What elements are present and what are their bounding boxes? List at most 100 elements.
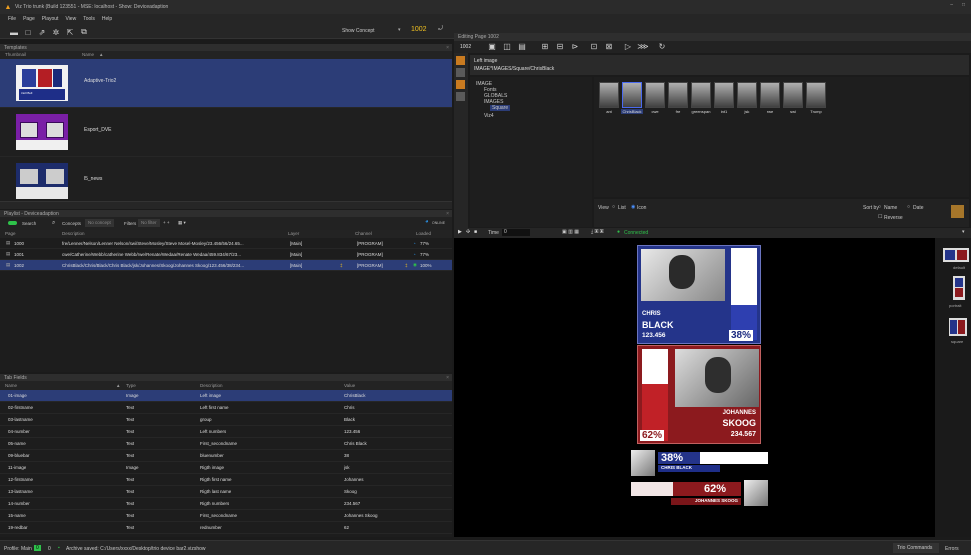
page-number-field[interactable]: 1002 bbox=[411, 26, 427, 33]
face-thumbnail[interactable] bbox=[783, 82, 803, 108]
preview-b-icon[interactable]: ⊟ bbox=[554, 42, 566, 51]
refresh-icon[interactable]: ↻ bbox=[656, 42, 668, 51]
grid-icon[interactable]: ▦ ▾ bbox=[178, 220, 186, 226]
toggle-switch[interactable] bbox=[8, 221, 17, 225]
preview-a-icon[interactable]: ⊞ bbox=[539, 42, 551, 51]
menu-view[interactable]: View bbox=[65, 16, 76, 22]
layout-split-icon[interactable]: ◫ bbox=[501, 42, 513, 51]
search-icon[interactable]: ⌕ bbox=[52, 220, 55, 227]
filters-dropdown[interactable]: No filter bbox=[138, 219, 160, 227]
face-thumbnail[interactable] bbox=[691, 82, 711, 108]
image-tab-icon[interactable] bbox=[456, 80, 465, 89]
table-row[interactable]: 02-firstname Text Left first name Chris bbox=[0, 402, 452, 414]
tree-item[interactable]: Viz4 bbox=[484, 113, 494, 119]
preview-c-icon[interactable]: ⊳ bbox=[569, 42, 581, 51]
col-description[interactable]: Description bbox=[62, 231, 85, 236]
continue-icon[interactable]: ⋙ bbox=[637, 42, 649, 51]
search-input[interactable]: Search bbox=[22, 221, 36, 226]
radio-date[interactable]: ○ bbox=[907, 204, 910, 210]
face-thumbnail[interactable] bbox=[645, 82, 665, 108]
table-row[interactable]: 03-lastname Text group Black bbox=[0, 414, 452, 426]
face-thumbnail[interactable] bbox=[760, 82, 780, 108]
time-input[interactable]: 0 bbox=[502, 229, 530, 236]
radio-list[interactable]: ○ bbox=[612, 204, 615, 210]
radio-icon-selected[interactable]: ◉ bbox=[631, 204, 635, 210]
template-row[interactable]: trioll Bull Adaptive-Trio2 bbox=[0, 59, 452, 108]
table-row[interactable]: 11-image Image Rigth image jsk bbox=[0, 462, 452, 474]
menu-playout[interactable]: Playout bbox=[42, 16, 59, 22]
image-preview-icon[interactable] bbox=[951, 205, 964, 218]
face-thumbnail[interactable] bbox=[622, 82, 642, 108]
open-folder-icon[interactable]: ▬ bbox=[8, 28, 20, 37]
concept-dropdown-icon[interactable]: ▾ bbox=[398, 27, 401, 33]
export-icon[interactable]: ⇱ bbox=[64, 28, 76, 37]
errors-button[interactable]: Errors bbox=[945, 546, 959, 552]
face-thumbnail[interactable] bbox=[806, 82, 826, 108]
col-layer[interactable]: Layer bbox=[288, 231, 299, 236]
table-row[interactable]: 09-bluebar Text bluenumber 38 bbox=[0, 450, 452, 462]
col-thumbnail[interactable]: Thumbnail bbox=[5, 52, 26, 57]
face-thumbnail[interactable] bbox=[668, 82, 688, 108]
preview-square-thumb[interactable] bbox=[949, 318, 967, 336]
concepts-dropdown[interactable]: No concept bbox=[85, 219, 114, 227]
preview-default-thumb[interactable] bbox=[943, 248, 969, 262]
col-page[interactable]: Page bbox=[5, 231, 16, 236]
tree-item-selected[interactable]: Square bbox=[490, 105, 511, 111]
snapshot-icon[interactable]: ⤓ ▣ ▣ bbox=[591, 229, 604, 235]
save-as-icon[interactable]: ⊠ bbox=[603, 42, 615, 51]
import-icon[interactable]: ⇗ bbox=[36, 28, 48, 37]
trio-commands-button[interactable]: Trio Commands bbox=[893, 543, 939, 553]
maximize-icon[interactable]: □ bbox=[962, 2, 965, 8]
table-row[interactable]: 19-redbar Text rednumber 62 bbox=[0, 522, 452, 534]
menu-help[interactable]: Help bbox=[102, 16, 112, 22]
template-row[interactable]: Esport_DVE bbox=[0, 108, 452, 157]
table-row[interactable]: 12-firstname Text Rigth first name Johannes bbox=[0, 474, 452, 486]
template-row[interactable]: l5_news bbox=[0, 157, 452, 206]
face-thumbnail[interactable] bbox=[714, 82, 734, 108]
layout-single-icon[interactable]: ▣ bbox=[486, 42, 498, 51]
preview-portrait-thumb[interactable] bbox=[953, 276, 965, 300]
close-icon[interactable]: × bbox=[446, 211, 449, 217]
menu-file[interactable]: File bbox=[8, 16, 16, 22]
stop-icon[interactable]: ■ bbox=[474, 229, 477, 235]
radio-name[interactable]: ○ bbox=[878, 204, 881, 210]
table-row[interactable]: 04-number Text Left numbers 123.456 bbox=[0, 426, 452, 438]
col-value[interactable]: Value bbox=[344, 383, 355, 388]
text-tab-icon[interactable] bbox=[456, 68, 465, 77]
play-icon[interactable]: ▶ bbox=[458, 229, 462, 235]
new-page-icon[interactable]: □ bbox=[22, 28, 34, 37]
table-row[interactable]: ▤ 1000 fre/Lenner/Nelson/Lenner Nelson/s… bbox=[0, 238, 452, 249]
table-row[interactable]: 01-image Image Left image ChrisBlack bbox=[0, 390, 452, 402]
close-icon[interactable]: × bbox=[446, 375, 449, 381]
table-row[interactable]: ▤ 1001 cwe/Catherine/Webb/catherine Webb… bbox=[0, 249, 452, 260]
table-row[interactable]: 15-name Text First_secondname Johannes Skoo… bbox=[0, 510, 452, 522]
face-thumbnail[interactable] bbox=[599, 82, 619, 108]
reverse-checkbox[interactable]: ☐ bbox=[878, 214, 882, 220]
copy-page-icon[interactable]: ⧉ bbox=[78, 27, 90, 37]
add-filter-icon[interactable]: + + bbox=[163, 220, 170, 225]
table-row[interactable]: 14-number Text Rigth numbers 234.567 bbox=[0, 498, 452, 510]
col-name[interactable]: Name bbox=[82, 52, 94, 57]
layout-grid-icon[interactable]: ▤ bbox=[516, 42, 528, 51]
step-icon[interactable]: ✣ bbox=[466, 229, 470, 235]
templates-scrollbar[interactable] bbox=[0, 201, 452, 209]
menu-tools[interactable]: Tools bbox=[83, 16, 95, 22]
col-channel[interactable]: Channel bbox=[355, 231, 372, 236]
settings-icon[interactable]: ✲ bbox=[50, 28, 62, 37]
table-row[interactable]: ▤ 1002 ChrisBlack/Chris/Black/Chris Blac… bbox=[0, 260, 452, 271]
face-thumbnail[interactable] bbox=[737, 82, 757, 108]
col-type[interactable]: Type bbox=[126, 383, 136, 388]
table-row[interactable]: 05-name Text First_secondname Chris Black bbox=[0, 438, 452, 450]
table-row[interactable]: 13-lastname Text Rigth last name Skoog bbox=[0, 486, 452, 498]
editor-page-number[interactable]: 1002 bbox=[460, 44, 471, 50]
take-page-icon[interactable]: ⤾ bbox=[438, 26, 443, 33]
menu-page[interactable]: Page bbox=[23, 16, 35, 22]
text-tab-icon[interactable] bbox=[456, 92, 465, 101]
play-icon[interactable]: ▷ bbox=[622, 42, 634, 51]
safe-area-icon[interactable]: ▣ ▥ ▦ bbox=[562, 229, 579, 235]
col-name[interactable]: Name bbox=[5, 383, 17, 388]
minimize-icon[interactable]: – bbox=[950, 2, 953, 8]
col-description[interactable]: Description bbox=[200, 383, 223, 388]
close-icon[interactable]: × bbox=[446, 45, 449, 51]
collapse-icon[interactable]: ▾ bbox=[962, 229, 965, 235]
